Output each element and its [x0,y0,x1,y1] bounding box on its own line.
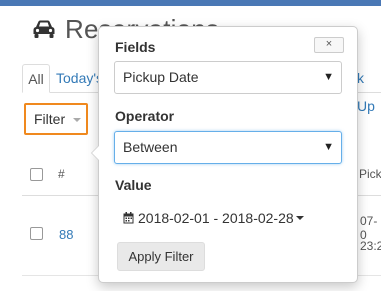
chevron-down-icon [73,118,82,122]
row-pickup-time: 23:2 [360,239,381,253]
value-label: Value [115,177,152,193]
column-header-pickup: Pick [359,167,381,181]
row-id-link[interactable]: 88 [59,227,73,242]
car-icon [33,20,55,38]
operator-label: Operator [115,108,175,124]
tab-all[interactable]: All [22,64,50,93]
fields-label: Fields [115,39,156,55]
calendar-icon [123,212,134,224]
select-all-checkbox[interactable] [30,168,43,181]
filter-popover: × Fields Pickup Date ▼ Operator Between … [91,26,358,283]
fields-select-value: Pickup Date [123,69,199,85]
close-button[interactable]: × [314,37,344,53]
operator-select[interactable]: Between ▼ [114,131,342,164]
fields-select[interactable]: Pickup Date ▼ [114,61,342,94]
row-pickup-date: 07-0 [360,214,378,242]
dropdown-arrow-icon: ▼ [323,141,334,153]
chevron-down-icon [295,216,304,220]
tab-todays[interactable]: Today's [56,64,103,91]
apply-filter-button[interactable]: Apply Filter [117,242,205,271]
row-checkbox[interactable] [30,227,43,240]
date-range-picker[interactable]: 2018-02-01 - 2018-02-28 [123,209,304,227]
top-bar [0,0,381,6]
filter-button[interactable]: Filter [24,103,88,135]
popover-arrow [91,145,99,161]
date-range-value: 2018-02-01 - 2018-02-28 [138,210,294,226]
tab-pickup-partial[interactable]: k Up [357,64,381,114]
dropdown-arrow-icon: ▼ [323,71,334,83]
filter-button-label: Filter [34,111,66,127]
operator-select-value: Between [123,139,178,155]
column-header-number: # [58,167,65,181]
